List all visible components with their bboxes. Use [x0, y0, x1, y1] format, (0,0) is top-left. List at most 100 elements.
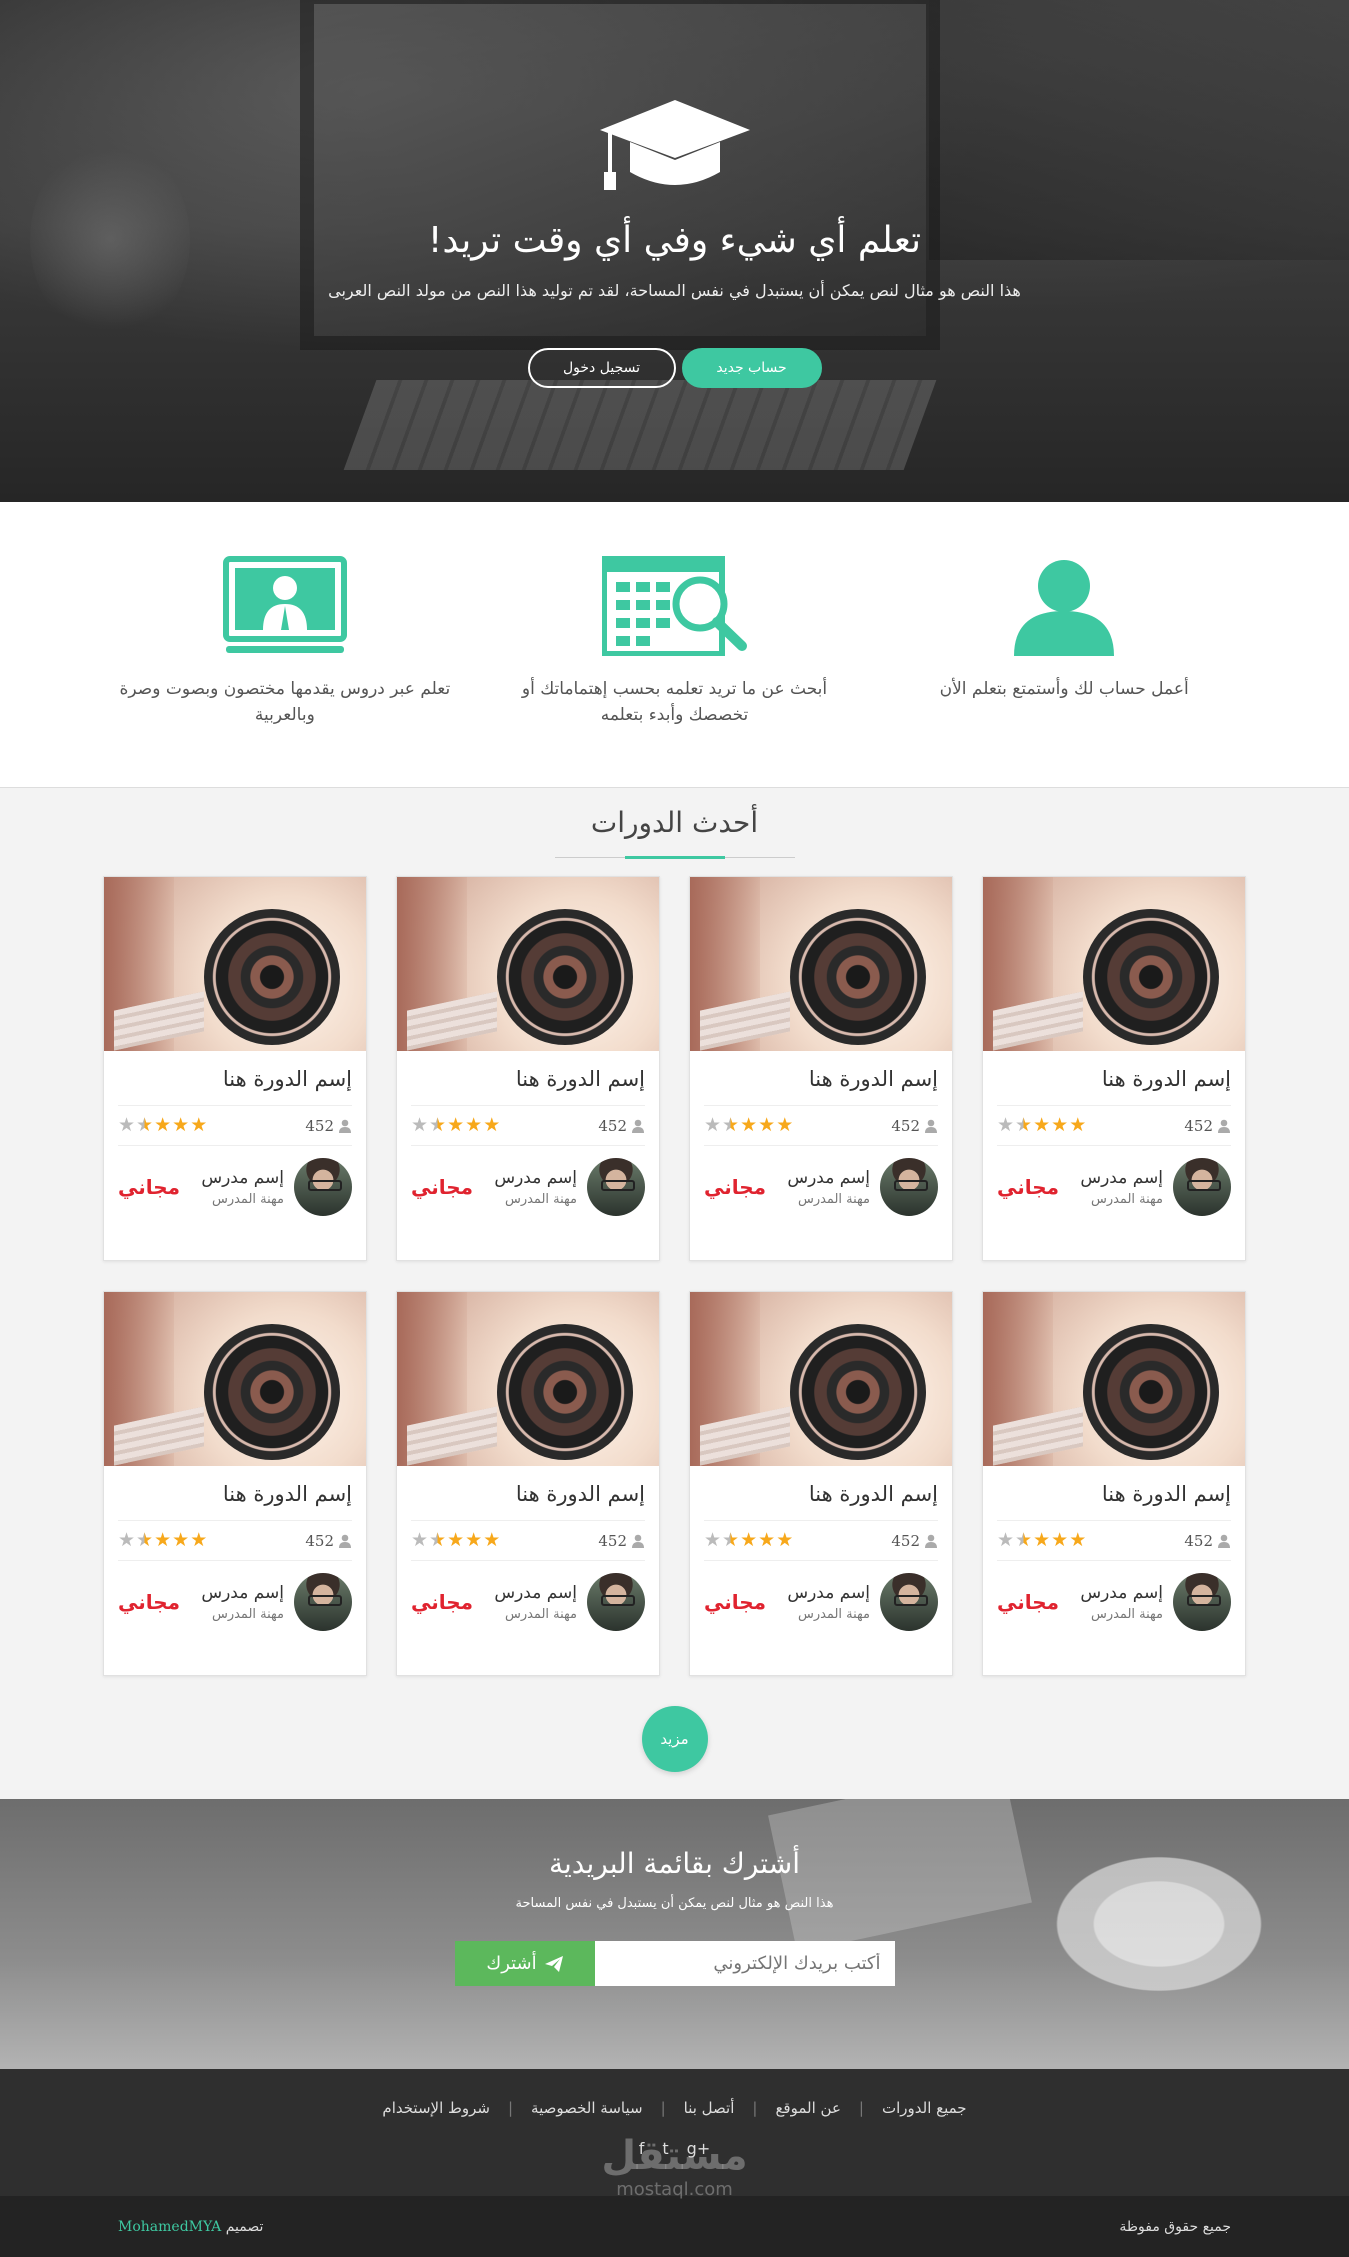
teacher-avatar [880, 1573, 938, 1631]
course-thumbnail[interactable] [690, 1292, 952, 1466]
course-card[interactable]: إسم الدورة هنا 452 ★ ★ ★ ★ ★ إسم مدرس مهنة ا… [396, 876, 660, 1261]
course-card[interactable]: إسم الدورة هنا 452 ★ ★ ★ ★ ★ إسم مدرس مهنة ا… [689, 876, 953, 1261]
course-price: مجاني [997, 1175, 1060, 1199]
rating-stars: ★ ★ ★ ★ ★ [997, 1531, 1086, 1550]
course-card[interactable]: إسم الدورة هنا 452 ★ ★ ★ ★ ★ إسم مدرس مهنة ا… [982, 1291, 1246, 1676]
hero-title: تعلم أي شيء وفي أي وقت تريد! [427, 220, 922, 261]
star-icon: ★ [776, 1114, 794, 1136]
star-icon: ★ [154, 1114, 172, 1136]
teacher-name: إسم مدرس [494, 1582, 577, 1603]
star-icon: ★ [172, 1114, 190, 1136]
students-count: 452 [1184, 1117, 1231, 1135]
teacher-avatar [294, 1573, 352, 1631]
person-icon [925, 1119, 937, 1133]
course-name[interactable]: إسم الدورة هنا [690, 1051, 952, 1091]
courses-section: أحدث الدورات إسم الدورة هنا 452 ★ ★ ★ ★ ★ إس… [0, 788, 1349, 1799]
students-count-value: 452 [305, 1116, 334, 1135]
star-icon: ★ [411, 1114, 429, 1136]
course-price: مجاني [997, 1590, 1060, 1614]
person-icon [632, 1119, 644, 1133]
email-input[interactable] [594, 1941, 895, 1986]
teacher-job: مهنة المدرس [211, 1606, 284, 1622]
design-credit: تصميم MohamedMYA [118, 2219, 263, 2235]
star-icon: ★ [429, 1114, 447, 1136]
footer-link[interactable]: جميع الدورات [882, 2099, 967, 2117]
course-thumbnail[interactable] [983, 877, 1245, 1051]
star-icon: ★ [740, 1529, 758, 1551]
star-icon: ★ [190, 1114, 208, 1136]
star-icon: ★ [722, 1114, 740, 1136]
credit-name[interactable]: MohamedMYA [118, 2219, 221, 2235]
teacher-job: مهنة المدرس [797, 1606, 870, 1622]
teacher-avatar [1173, 1158, 1231, 1216]
students-count-value: 452 [305, 1531, 334, 1550]
course-card[interactable]: إسم الدورة هنا 452 ★ ★ ★ ★ ★ إسم مدرس مهنة ا… [103, 876, 367, 1261]
star-icon: ★ [136, 1529, 154, 1551]
course-name[interactable]: إسم الدورة هنا [397, 1051, 659, 1091]
newsletter-title: أشترك بقائمة البريدية [548, 1847, 800, 1880]
course-name[interactable]: إسم الدورة هنا [983, 1051, 1245, 1091]
rating-stars: ★ ★ ★ ★ ★ [118, 1531, 207, 1550]
star-icon: ★ [190, 1529, 208, 1551]
footer-link[interactable]: سياسة الخصوصية [531, 2099, 643, 2117]
course-card[interactable]: إسم الدورة هنا 452 ★ ★ ★ ★ ★ إسم مدرس مهنة ا… [982, 876, 1246, 1261]
footer-link[interactable]: شروط الإستخدام [382, 2099, 490, 2117]
newsletter-subtitle: هذا النص هو مثال لنص يمكن أن يستبدل في ن… [515, 1896, 834, 1911]
feature-text: تعلم عبر دروس يقدمها مختصون وبصوت وصرة و… [119, 679, 451, 725]
paper-plane-icon [544, 1955, 563, 1972]
course-thumbnail[interactable] [397, 877, 659, 1051]
course-name[interactable]: إسم الدورة هنا [690, 1466, 952, 1506]
course-thumbnail[interactable] [104, 1292, 366, 1466]
star-icon: ★ [411, 1529, 429, 1551]
subscribe-label: أشترك [486, 1953, 537, 1974]
course-thumbnail[interactable] [397, 1292, 659, 1466]
teacher-avatar [587, 1158, 645, 1216]
teacher-job: مهنة المدرس [797, 1191, 870, 1207]
star-icon: ★ [483, 1529, 501, 1551]
login-button[interactable]: تسجيل دخول [527, 348, 676, 388]
star-icon: ★ [447, 1114, 465, 1136]
students-count-value: 452 [1184, 1531, 1213, 1550]
feature-create-account: أعمل حساب لك وأستمتع بتعلم الأن [894, 552, 1234, 787]
link-separator: | [752, 2099, 758, 2117]
rating-stars: ★ ★ ★ ★ ★ [411, 1531, 500, 1550]
star-icon: ★ [1033, 1529, 1051, 1551]
teacher-name: إسم مدرس [1080, 1167, 1163, 1188]
footer-link[interactable]: أتصل بنا [684, 2099, 735, 2117]
course-price: مجاني [704, 1175, 767, 1199]
subscribe-button[interactable]: أشترك [454, 1941, 595, 1986]
rating-stars: ★ ★ ★ ★ ★ [411, 1116, 500, 1135]
course-price: مجاني [411, 1590, 474, 1614]
user-icon [1014, 560, 1115, 656]
footer-link[interactable]: عن الموقع [775, 2099, 840, 2117]
course-card[interactable]: إسم الدورة هنا 452 ★ ★ ★ ★ ★ إسم مدرس مهنة ا… [689, 1291, 953, 1676]
credit-label: تصميم [225, 2218, 264, 2235]
students-count: 452 [891, 1117, 938, 1135]
star-icon: ★ [704, 1529, 722, 1551]
course-name[interactable]: إسم الدورة هنا [104, 1466, 366, 1506]
feature-video: تعلم عبر دروس يقدمها مختصون وبصوت وصرة و… [115, 552, 455, 787]
teacher-job: مهنة المدرس [1090, 1606, 1163, 1622]
star-icon: ★ [483, 1114, 501, 1136]
course-name[interactable]: إسم الدورة هنا [104, 1051, 366, 1091]
teacher-avatar [587, 1573, 645, 1631]
star-icon: ★ [776, 1529, 794, 1551]
teacher-name: إسم مدرس [787, 1167, 870, 1188]
course-card[interactable]: إسم الدورة هنا 452 ★ ★ ★ ★ ★ إسم مدرس مهنة ا… [396, 1291, 660, 1676]
course-name[interactable]: إسم الدورة هنا [397, 1466, 659, 1506]
star-icon: ★ [997, 1529, 1015, 1551]
new-account-button[interactable]: حساب جديد [681, 348, 822, 388]
course-price: مجاني [411, 1175, 474, 1199]
course-thumbnail[interactable] [104, 877, 366, 1051]
star-icon: ★ [465, 1114, 483, 1136]
rating-stars: ★ ★ ★ ★ ★ [704, 1116, 793, 1135]
course-thumbnail[interactable] [690, 877, 952, 1051]
course-card[interactable]: إسم الدورة هنا 452 ★ ★ ★ ★ ★ إسم مدرس مهنة ا… [103, 1291, 367, 1676]
more-courses-button[interactable]: مزيد [641, 1706, 708, 1772]
hero-bg-keyboard [343, 380, 937, 470]
subscribe-form: أشترك [0, 1941, 1349, 1986]
feature-search: أبحث عن ما تريد تعلمه بحسب إهتماماتك أو … [505, 552, 845, 787]
course-name[interactable]: إسم الدورة هنا [983, 1466, 1245, 1506]
course-thumbnail[interactable] [983, 1292, 1245, 1466]
graduation-cap-icon [599, 100, 750, 190]
